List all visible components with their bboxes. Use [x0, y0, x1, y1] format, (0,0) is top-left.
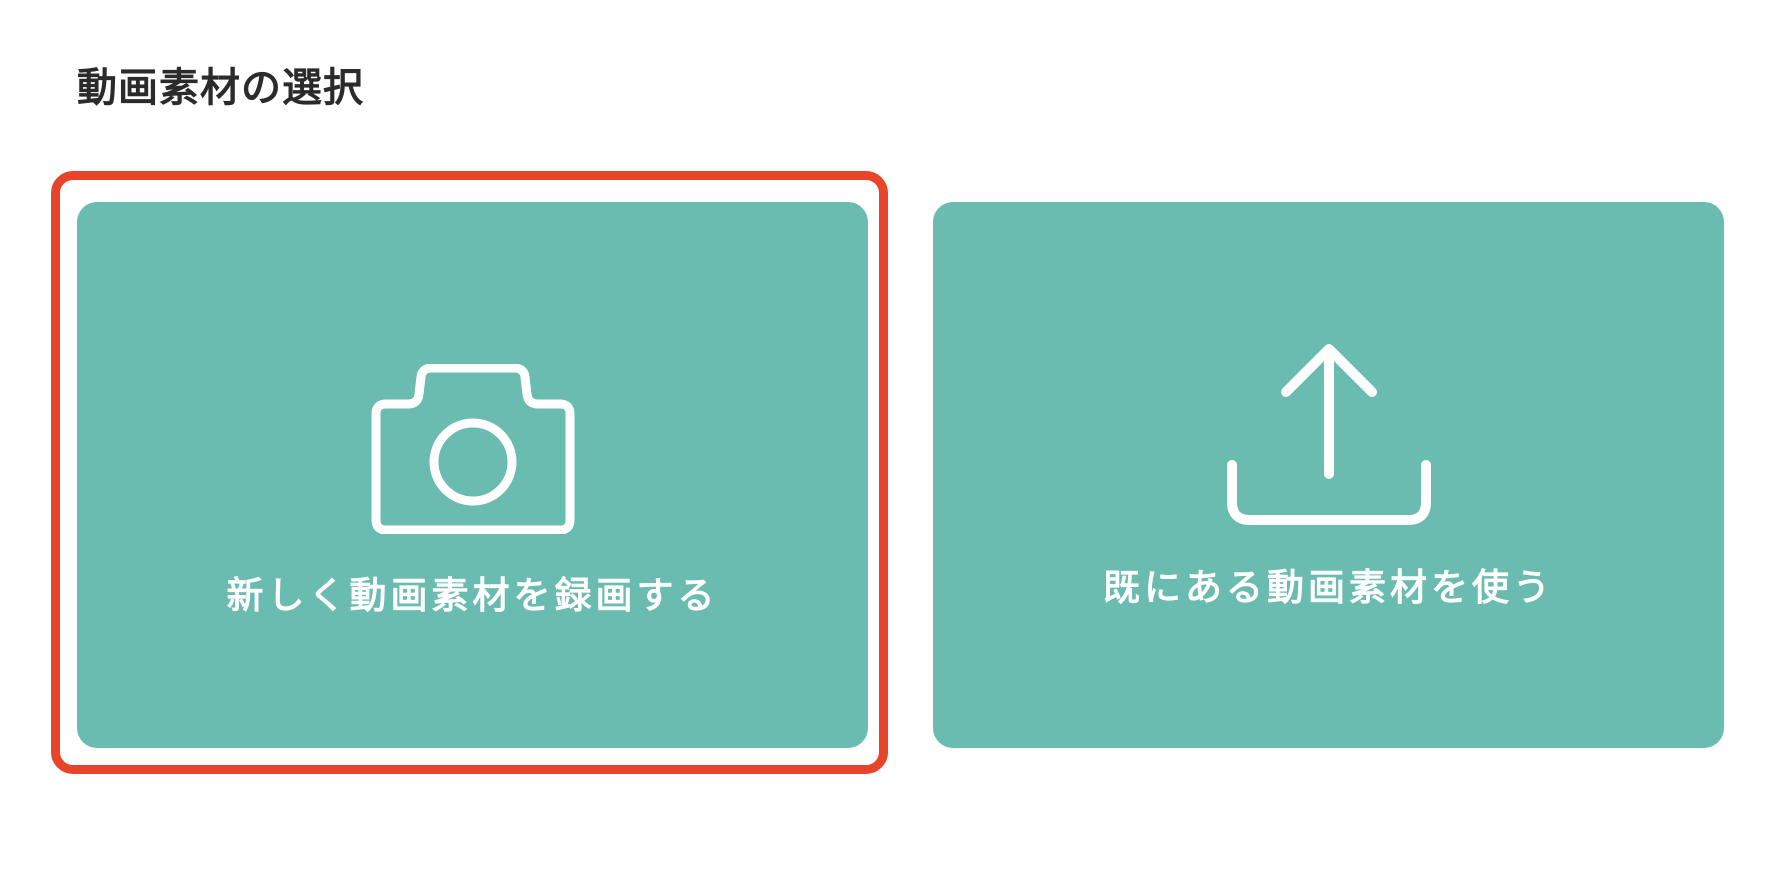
- page-title: 動画素材の選択: [77, 65, 364, 111]
- upload-icon: [1226, 344, 1431, 525]
- record-new-video-button[interactable]: 新しく動画素材を録画する: [77, 202, 868, 748]
- record-new-video-label: 新しく動画素材を録画する: [226, 574, 719, 617]
- use-existing-video-label: 既にある動画素材を使う: [1103, 566, 1554, 609]
- use-existing-video-button[interactable]: 既にある動画素材を使う: [933, 202, 1724, 748]
- camera-icon: [371, 364, 574, 534]
